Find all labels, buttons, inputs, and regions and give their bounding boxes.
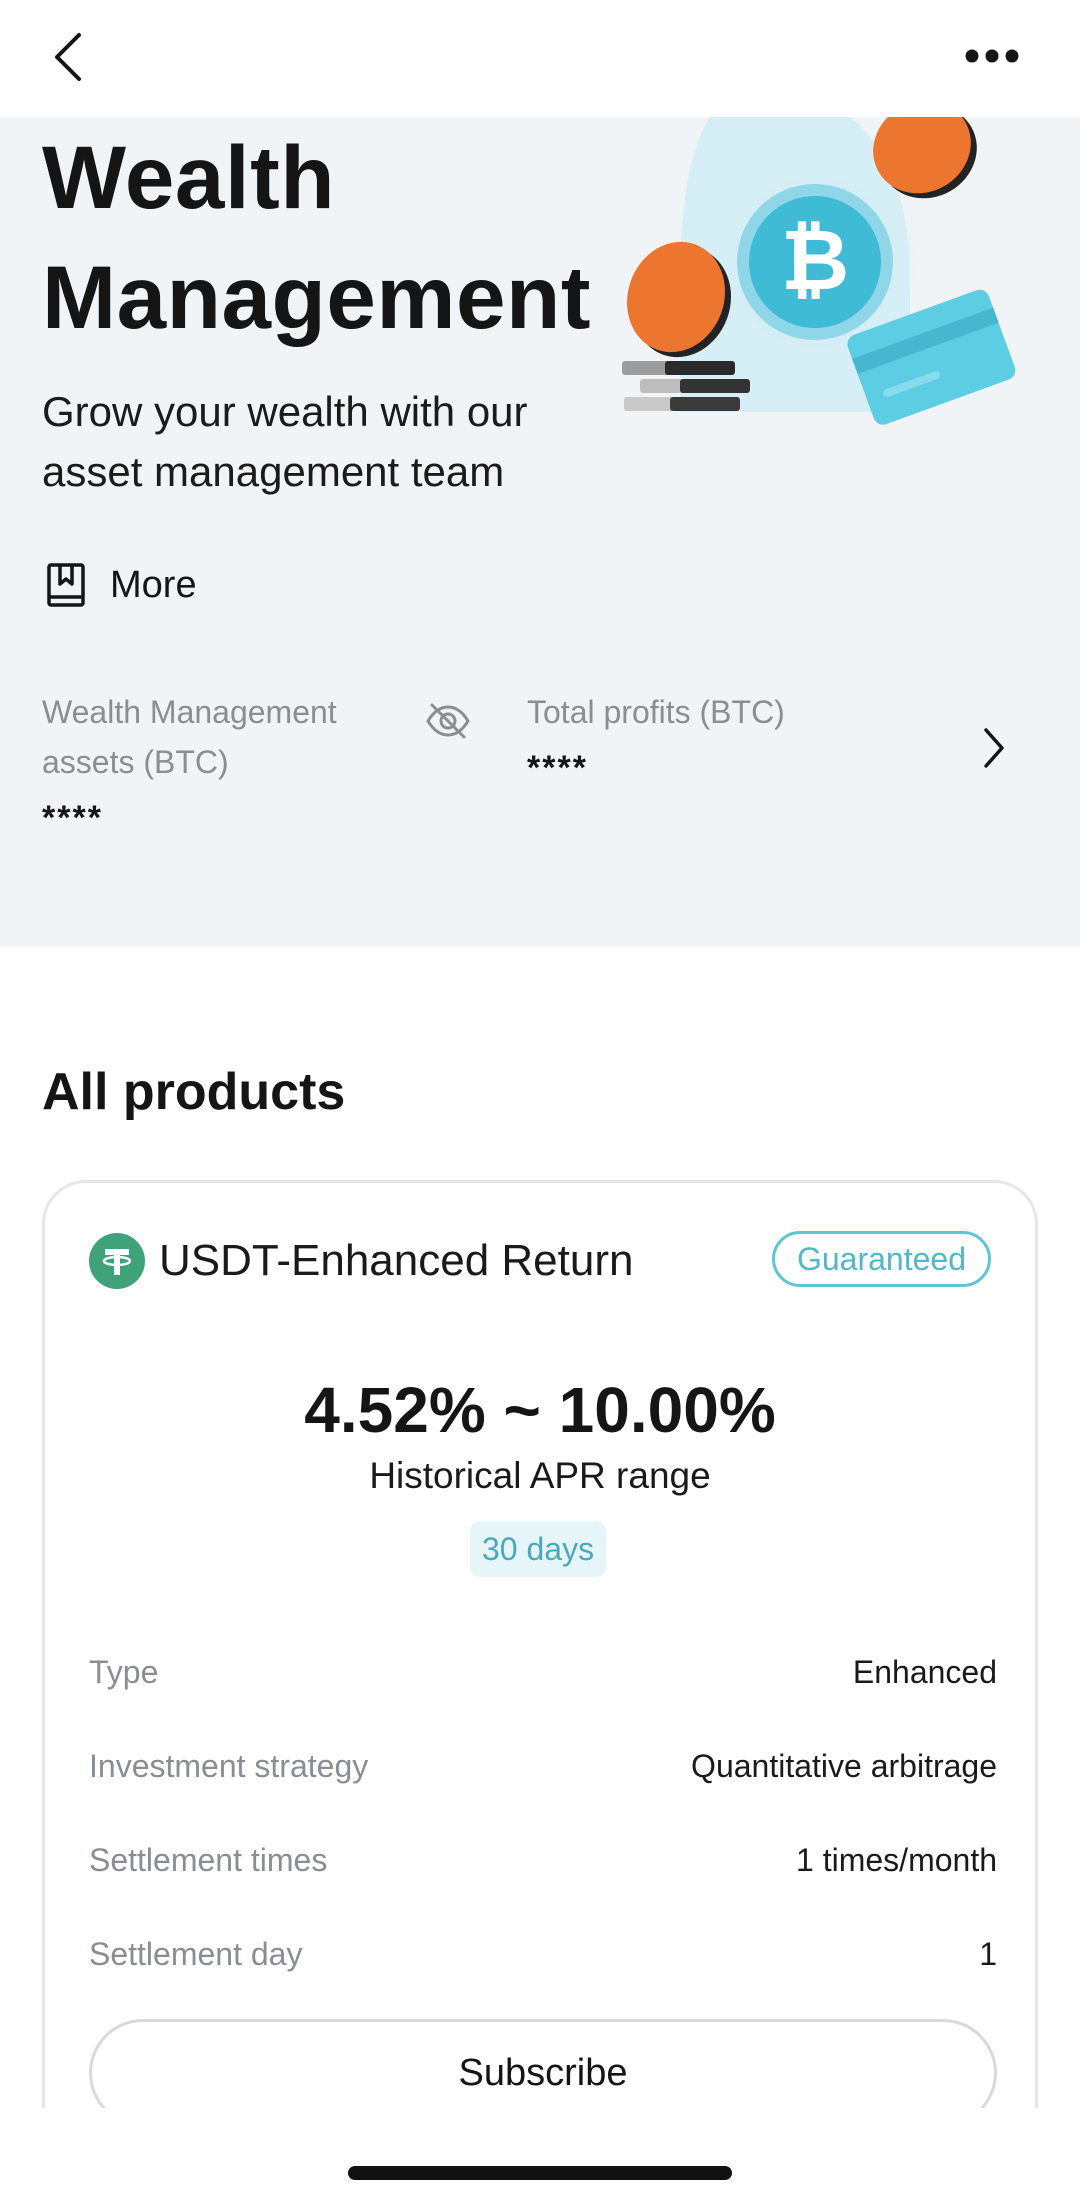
bitcoin-wallet-illustration: ₿ xyxy=(622,117,1016,425)
detail-row-settlement-times: Settlement times 1 times/month xyxy=(89,1813,997,1907)
detail-label: Settlement times xyxy=(89,1841,328,1878)
profits-label: Total profits (BTC) xyxy=(527,694,785,730)
top-bar xyxy=(0,0,1080,117)
detail-value: 1 times/month xyxy=(796,1841,997,1878)
page-title: Wealth Management xyxy=(42,117,642,357)
detail-row-strategy: Investment strategy Quantitative arbitra… xyxy=(89,1719,997,1813)
svg-text:₿: ₿ xyxy=(781,211,849,309)
detail-label: Investment strategy xyxy=(89,1747,369,1784)
detail-row-type: Type Enhanced xyxy=(89,1625,997,1719)
book-icon xyxy=(47,563,85,607)
apr-range: 4.52% ~ 10.00% xyxy=(304,1374,776,1446)
product-header: USDT-Enhanced Return xyxy=(89,1233,633,1289)
assets-label-line-2: assets (BTC) xyxy=(42,744,229,780)
product-name: USDT-Enhanced Return xyxy=(159,1236,634,1285)
assets-value: **** xyxy=(42,799,103,837)
detail-value: Enhanced xyxy=(852,1653,997,1690)
term-pill: 30 days xyxy=(470,1521,607,1577)
profits-details-button[interactable] xyxy=(982,726,1022,774)
profits-value: **** xyxy=(527,749,588,787)
detail-label: Settlement day xyxy=(89,1935,303,1972)
assets-stat: Wealth Management assets (BTC) **** xyxy=(42,687,382,838)
detail-row-settlement-day: Settlement day 1 xyxy=(89,1907,997,2001)
ellipsis-icon xyxy=(965,49,1019,63)
detail-label: Type xyxy=(89,1653,159,1690)
more-link-label: More xyxy=(110,563,197,606)
detail-value: Quantitative arbitrage xyxy=(691,1747,997,1784)
eye-off-icon xyxy=(426,703,470,739)
apr-label: Historical APR range xyxy=(369,1455,711,1496)
more-link[interactable]: More xyxy=(46,560,197,610)
subtitle-line-1: Grow your wealth with our xyxy=(42,388,528,435)
hero-section: Wealth Management ₿ Grow your wealth wit… xyxy=(0,117,1080,947)
chevron-right-icon xyxy=(984,728,1004,768)
assets-label-line-1: Wealth Management xyxy=(42,694,337,730)
detail-value: 1 xyxy=(979,1935,997,1972)
home-indicator[interactable] xyxy=(348,2166,732,2180)
title-line-1: Wealth xyxy=(42,127,336,227)
subtitle-line-2: asset management team xyxy=(42,448,505,495)
product-details: Type Enhanced Investment strategy Quanti… xyxy=(89,1625,997,2001)
assets-label: Wealth Management assets (BTC) xyxy=(42,687,382,787)
bottom-safe-area xyxy=(0,2108,1080,2202)
section-title-all-products: All products xyxy=(42,1063,346,1121)
back-button[interactable] xyxy=(44,28,92,86)
guaranteed-badge: Guaranteed xyxy=(771,1231,991,1287)
tether-icon xyxy=(89,1233,145,1289)
chevron-left-icon xyxy=(55,33,81,81)
hero-subtitle: Grow your wealth with our asset manageme… xyxy=(42,382,642,502)
toggle-visibility-button[interactable] xyxy=(424,697,472,745)
profits-stat[interactable]: Total profits (BTC) **** xyxy=(527,687,887,788)
more-options-button[interactable] xyxy=(960,36,1024,76)
product-card[interactable]: USDT-Enhanced Return Guaranteed 4.52% ~ … xyxy=(42,1180,1038,2202)
title-line-2: Management xyxy=(42,247,591,347)
